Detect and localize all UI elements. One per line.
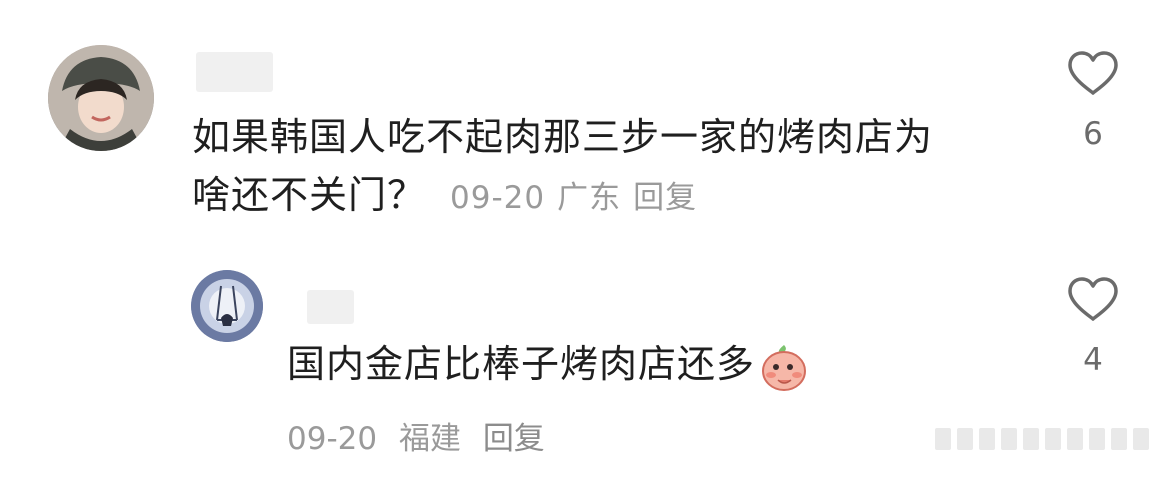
- comment-body: 如果韩国人吃不起肉那三步一家的烤肉店为 啥还不关门？ 09-20 广东 回复: [192, 108, 1032, 227]
- comment-text-line-with-meta: 啥还不关门？ 09-20 广东 回复: [192, 166, 1032, 227]
- heart-icon[interactable]: [1067, 276, 1119, 322]
- watermark-char: [1133, 428, 1149, 450]
- comment-meta: 09-20 广东 回复: [450, 169, 709, 227]
- comment-date: 09-20: [287, 421, 378, 457]
- username-placeholder[interactable]: [196, 52, 273, 92]
- watermark-char: [1089, 428, 1105, 450]
- watermark-char: [979, 428, 995, 450]
- comment-meta: 09-20 福建 回复: [287, 413, 557, 458]
- comment-date: 09-20: [450, 180, 546, 216]
- comment-text-line: 啥还不关门？: [192, 173, 427, 217]
- like-count: 4: [1083, 342, 1103, 378]
- avatar[interactable]: [48, 45, 154, 151]
- reply-button[interactable]: 回复: [483, 421, 545, 457]
- like-button[interactable]: 6: [1063, 50, 1123, 152]
- avatar-image: [191, 270, 263, 342]
- username-placeholder[interactable]: [307, 290, 354, 324]
- avatar-image: [48, 45, 154, 151]
- comment-text-line: 如果韩国人吃不起肉那三步一家的烤肉店为: [192, 115, 934, 159]
- comment-body: 国内金店比棒子烤肉店还多: [287, 335, 887, 394]
- watermark-char: [1111, 428, 1127, 450]
- watermark-char: [935, 428, 951, 450]
- like-button[interactable]: 4: [1063, 276, 1123, 378]
- comment-location: 福建: [398, 421, 461, 457]
- peach-blush-emoji: [762, 344, 807, 391]
- watermark-char: [1045, 428, 1061, 450]
- reply-button[interactable]: 回复: [633, 180, 697, 216]
- watermark: [935, 428, 1149, 450]
- watermark-char: [1023, 428, 1039, 450]
- watermark-char: [957, 428, 973, 450]
- like-count: 6: [1083, 116, 1103, 152]
- comment-location: 广东: [557, 180, 622, 216]
- heart-icon[interactable]: [1067, 50, 1119, 96]
- watermark-char: [1001, 428, 1017, 450]
- avatar[interactable]: [191, 270, 263, 342]
- comment-text: 国内金店比棒子烤肉店还多: [287, 342, 756, 386]
- watermark-char: [1067, 428, 1083, 450]
